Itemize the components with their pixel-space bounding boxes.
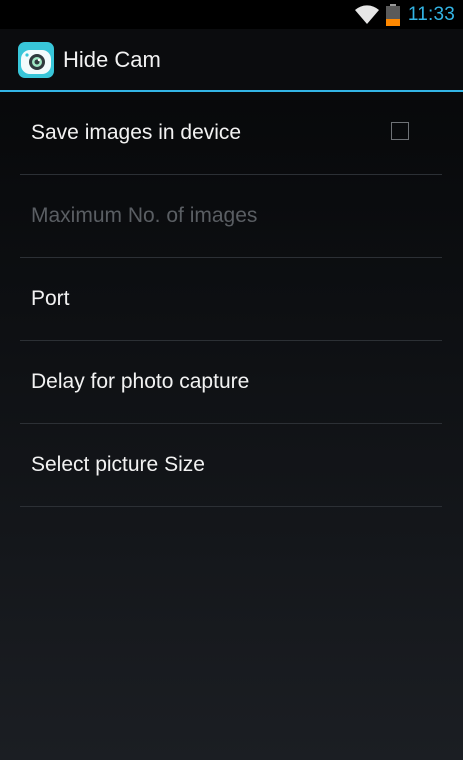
pref-save-images[interactable]: Save images in device	[20, 92, 442, 175]
preference-list: Save images in device Maximum No. of ima…	[20, 92, 442, 507]
screen: 11:33 Hide Cam Save images in device Max…	[0, 0, 463, 760]
pref-maximum-images: Maximum No. of images	[20, 175, 442, 258]
camera-app-icon[interactable]	[18, 41, 54, 78]
pref-label: Select picture Size	[31, 453, 205, 476]
status-clock: 11:33	[407, 3, 455, 25]
action-bar: Hide Cam	[0, 29, 463, 92]
pref-label: Delay for photo capture	[31, 370, 250, 393]
status-icons: 11:33	[354, 0, 455, 29]
app-title: Hide Cam	[63, 46, 161, 72]
pref-picture-size[interactable]: Select picture Size	[20, 424, 442, 507]
pref-label: Maximum No. of images	[31, 204, 258, 227]
battery-icon	[385, 3, 400, 26]
wifi-icon	[354, 4, 379, 24]
pref-label: Save images in device	[31, 121, 242, 144]
pref-port[interactable]: Port	[20, 258, 442, 341]
pref-delay-capture[interactable]: Delay for photo capture	[20, 341, 442, 424]
status-bar: 11:33	[0, 0, 463, 29]
save-images-checkbox[interactable]	[391, 122, 409, 140]
pref-label: Port	[31, 287, 70, 310]
